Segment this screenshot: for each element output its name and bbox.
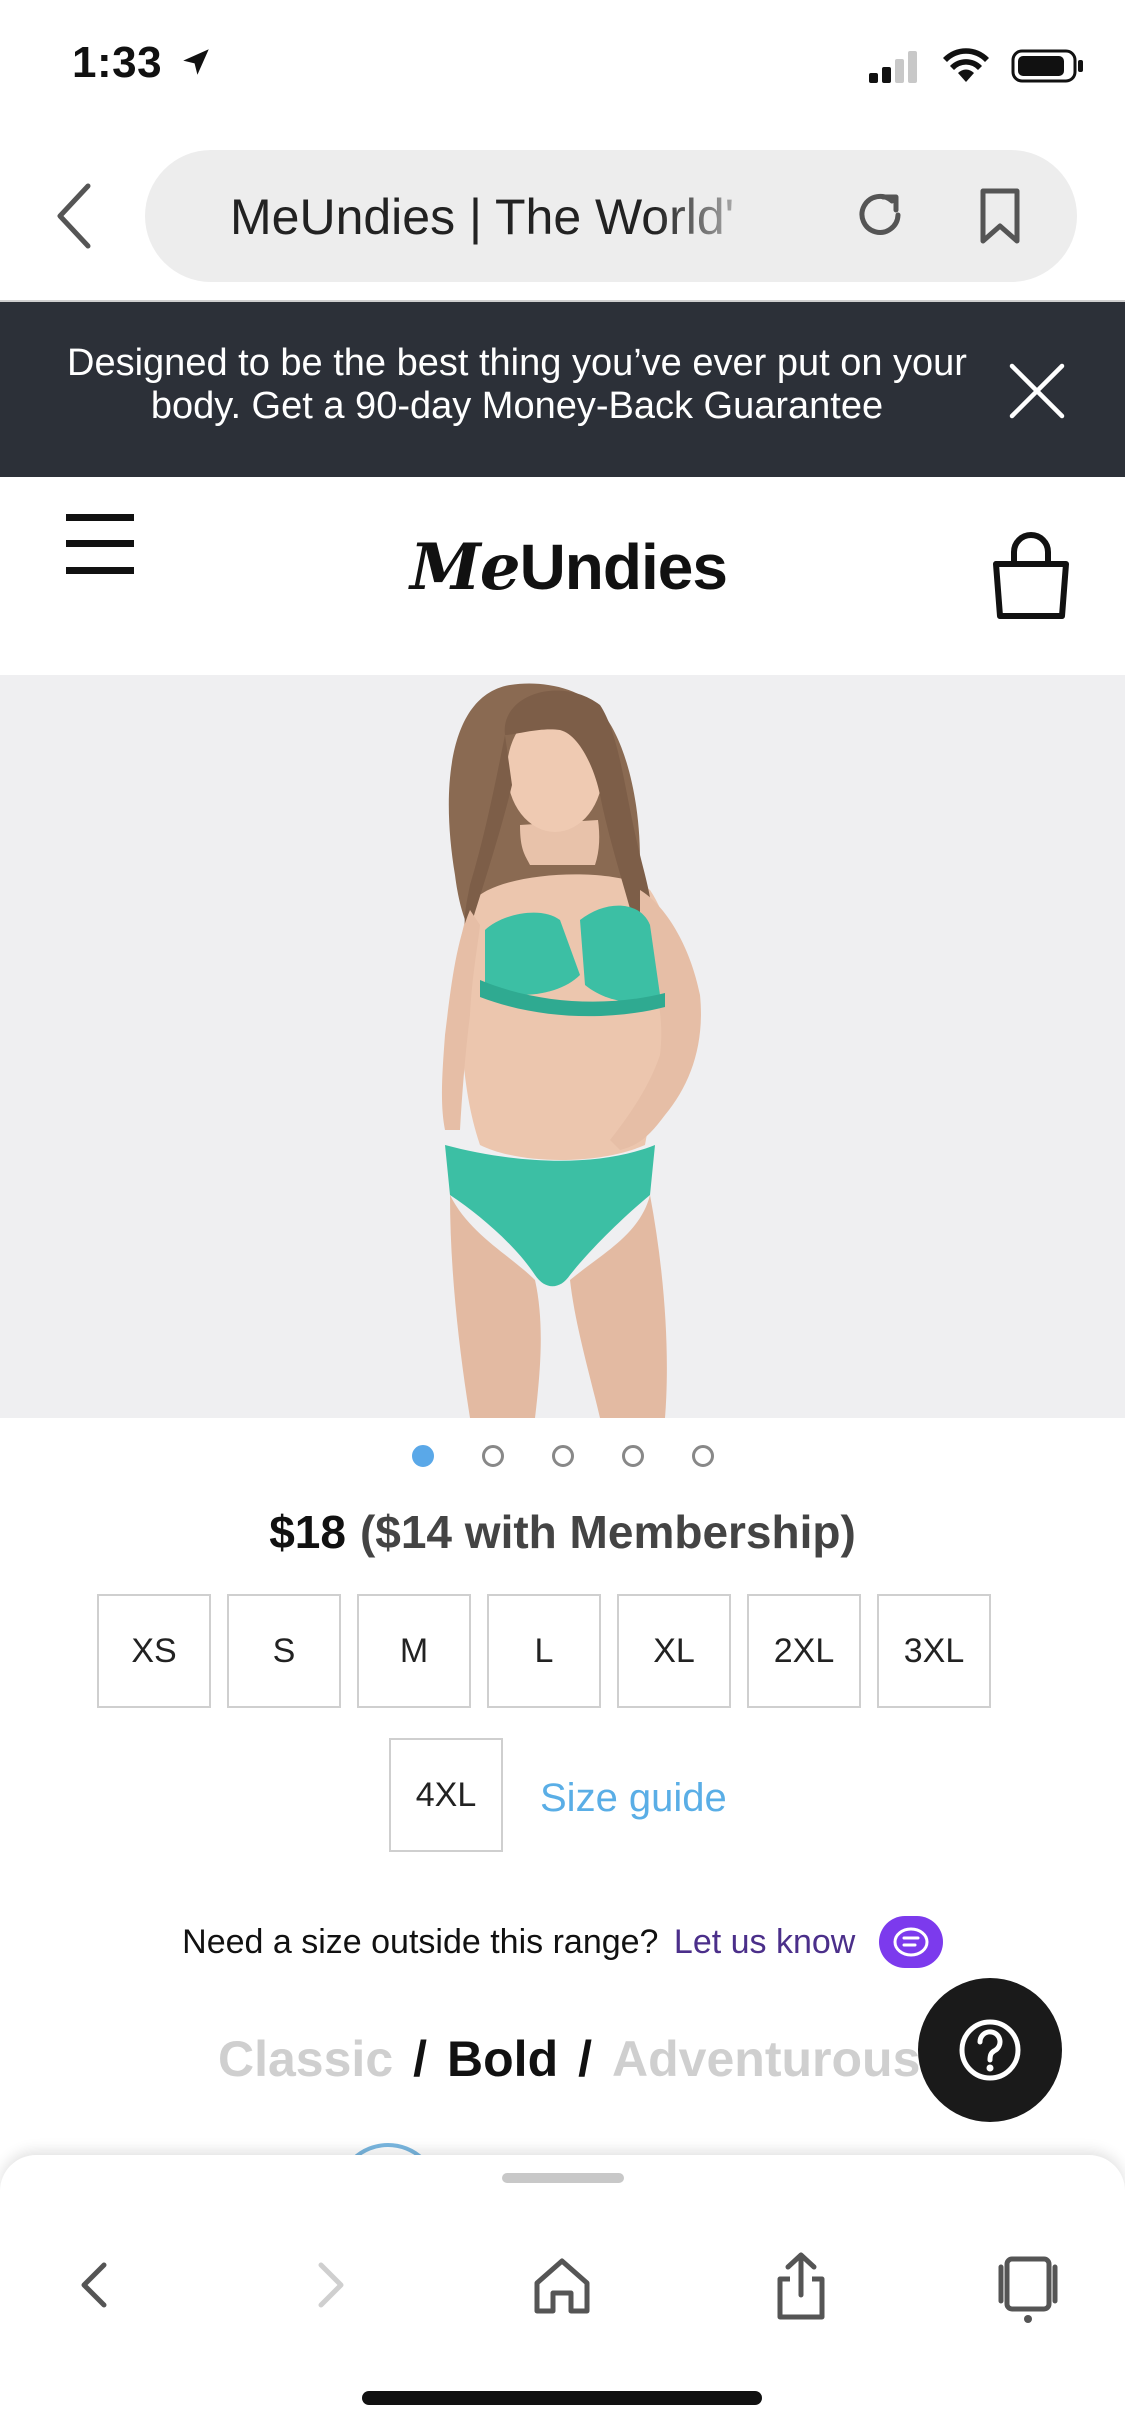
- style-separator: /: [578, 2031, 593, 2087]
- close-icon[interactable]: [1008, 362, 1066, 420]
- status-indicators: [867, 48, 1085, 84]
- home-indicator: [362, 2391, 762, 2405]
- location-arrow-icon: [183, 49, 209, 75]
- size-selector: XS S M L XL 2XL 3XL: [97, 1594, 991, 1708]
- member-price: ($14 with Membership): [359, 1506, 856, 1558]
- carousel-dot[interactable]: [691, 1445, 714, 1467]
- size-guide-link[interactable]: Size guide: [540, 1776, 727, 1821]
- menu-icon[interactable]: [66, 514, 134, 574]
- size-option-xl[interactable]: XL: [617, 1594, 731, 1708]
- carousel-dot[interactable]: [481, 1445, 504, 1467]
- size-option-2xl[interactable]: 2XL: [747, 1594, 861, 1708]
- size-option-m[interactable]: M: [357, 1594, 471, 1708]
- browser-back-icon[interactable]: [40, 176, 110, 256]
- share-icon[interactable]: [766, 2245, 836, 2325]
- promo-banner: Designed to be the best thing you’ve eve…: [0, 302, 1125, 477]
- style-adventurous[interactable]: Adventurous: [612, 2031, 920, 2087]
- home-icon[interactable]: [527, 2245, 597, 2325]
- size-request-line: Need a size outside this range? Let us k…: [0, 1916, 1125, 1970]
- bookmark-icon[interactable]: [975, 186, 1025, 246]
- carousel-dot[interactable]: [551, 1445, 574, 1467]
- carousel-indicator: [0, 1445, 1125, 1467]
- size-option-4xl[interactable]: 4XL: [389, 1738, 503, 1852]
- nav-forward-icon[interactable]: [295, 2245, 365, 2325]
- question-icon: [959, 2019, 1021, 2081]
- size-option-s[interactable]: S: [227, 1594, 341, 1708]
- sheet-grabber[interactable]: [502, 2173, 624, 2183]
- browser-toolbar: [0, 2155, 1125, 2436]
- tabs-icon[interactable]: [993, 2245, 1063, 2325]
- let-us-know-link[interactable]: Let us know: [674, 1923, 855, 1961]
- reload-icon[interactable]: [850, 185, 910, 245]
- signal-icon: [869, 51, 917, 83]
- address-bar[interactable]: MeUndies | The World': [145, 150, 1077, 282]
- promo-text: Designed to be the best thing you’ve eve…: [67, 342, 967, 427]
- help-button[interactable]: [918, 1978, 1062, 2122]
- size-request-text: Need a size outside this range?: [182, 1922, 659, 1961]
- style-classic[interactable]: Classic: [218, 2031, 393, 2087]
- meundies-logo[interactable]: MeUndies: [410, 530, 728, 605]
- battery-icon: [1011, 49, 1083, 83]
- size-option-l[interactable]: L: [487, 1594, 601, 1708]
- size-option-xs[interactable]: XS: [97, 1594, 211, 1708]
- chat-icon[interactable]: [878, 1916, 943, 1968]
- product-image[interactable]: [0, 675, 1125, 1418]
- shopping-bag-icon[interactable]: [990, 530, 1072, 620]
- carousel-dot[interactable]: [621, 1445, 644, 1467]
- nav-back-icon[interactable]: [60, 2245, 130, 2325]
- price: $18: [269, 1506, 346, 1558]
- size-option-3xl[interactable]: 3XL: [877, 1594, 991, 1708]
- price-line: $18 ($14 with Membership): [0, 1505, 1125, 1559]
- title-fade: [655, 170, 775, 262]
- style-bold[interactable]: Bold: [447, 2031, 558, 2087]
- wifi-icon: [943, 48, 989, 82]
- style-separator: /: [413, 2031, 428, 2087]
- carousel-dot[interactable]: [411, 1445, 434, 1467]
- status-time: 1:33: [72, 38, 213, 88]
- model-illustration: [441, 683, 701, 1418]
- style-filter: Classic / Bold / Adventurous: [218, 2030, 920, 2088]
